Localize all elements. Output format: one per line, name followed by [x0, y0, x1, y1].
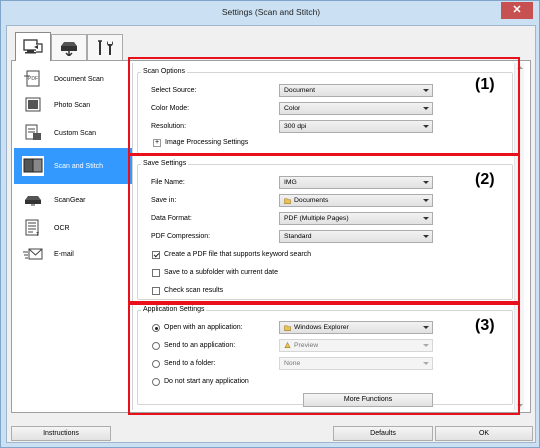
sidebar-item-label: OCR [54, 224, 70, 232]
sidebar-item-ocr[interactable]: T OCR [14, 215, 132, 241]
sidebar-item-photo-scan[interactable]: Photo Scan [14, 92, 132, 118]
defaults-button[interactable]: Defaults [333, 426, 433, 441]
sidebar-item-email[interactable]: E-mail [14, 241, 132, 267]
sidebar-item-custom-scan[interactable]: Custom Scan [14, 120, 132, 146]
sidebar-item-label: E-mail [54, 250, 74, 258]
ok-button[interactable]: OK [435, 426, 533, 441]
email-icon [22, 244, 44, 264]
instructions-button[interactable]: Instructions [11, 426, 111, 441]
sidebar-item-scangear[interactable]: ScanGear [14, 187, 132, 213]
settings-window: Settings (Scan and Stitch) ✕ PDF Documen… [0, 0, 540, 448]
document-scan-icon: PDF [22, 69, 44, 89]
window-title: Settings (Scan and Stitch) [221, 7, 321, 17]
sidebar-item-document-scan[interactable]: PDF Document Scan [14, 66, 132, 92]
sidebar-item-label: Scan and Stitch [54, 162, 104, 170]
photo-scan-icon [22, 95, 44, 115]
sidebar-item-label: ScanGear [54, 196, 86, 204]
annotation-label-3: (3) [475, 317, 495, 334]
annotation-label-1: (1) [475, 76, 495, 93]
sidebar-item-scan-and-stitch[interactable]: Scan and Stitch [14, 148, 132, 184]
tab-general-settings[interactable] [87, 34, 123, 60]
annotation-label-2: (2) [475, 171, 495, 188]
sidebar-item-label: Custom Scan [54, 129, 97, 137]
annotation-box-1 [128, 57, 520, 155]
sidebar-item-label: Photo Scan [54, 101, 91, 109]
tab-scan-from-panel[interactable] [51, 34, 87, 60]
scan-computer-icon [23, 39, 43, 54]
sidebar-item-label: Document Scan [54, 75, 104, 83]
ocr-icon: T [22, 218, 44, 238]
annotation-box-3 [128, 303, 520, 415]
svg-text:PDF: PDF [28, 76, 38, 82]
annotation-box-2 [128, 154, 520, 303]
tab-scan-from-computer[interactable] [15, 32, 51, 61]
scanner-icon [61, 41, 77, 56]
scan-stitch-icon [22, 156, 44, 176]
custom-scan-icon [22, 123, 44, 143]
svg-text:T: T [36, 232, 39, 237]
scangear-icon [22, 190, 44, 210]
scan-mode-sidebar: PDF Document Scan Photo Scan Custom Scan [14, 63, 132, 410]
tools-icon [98, 39, 113, 55]
close-button[interactable]: ✕ [501, 2, 533, 19]
